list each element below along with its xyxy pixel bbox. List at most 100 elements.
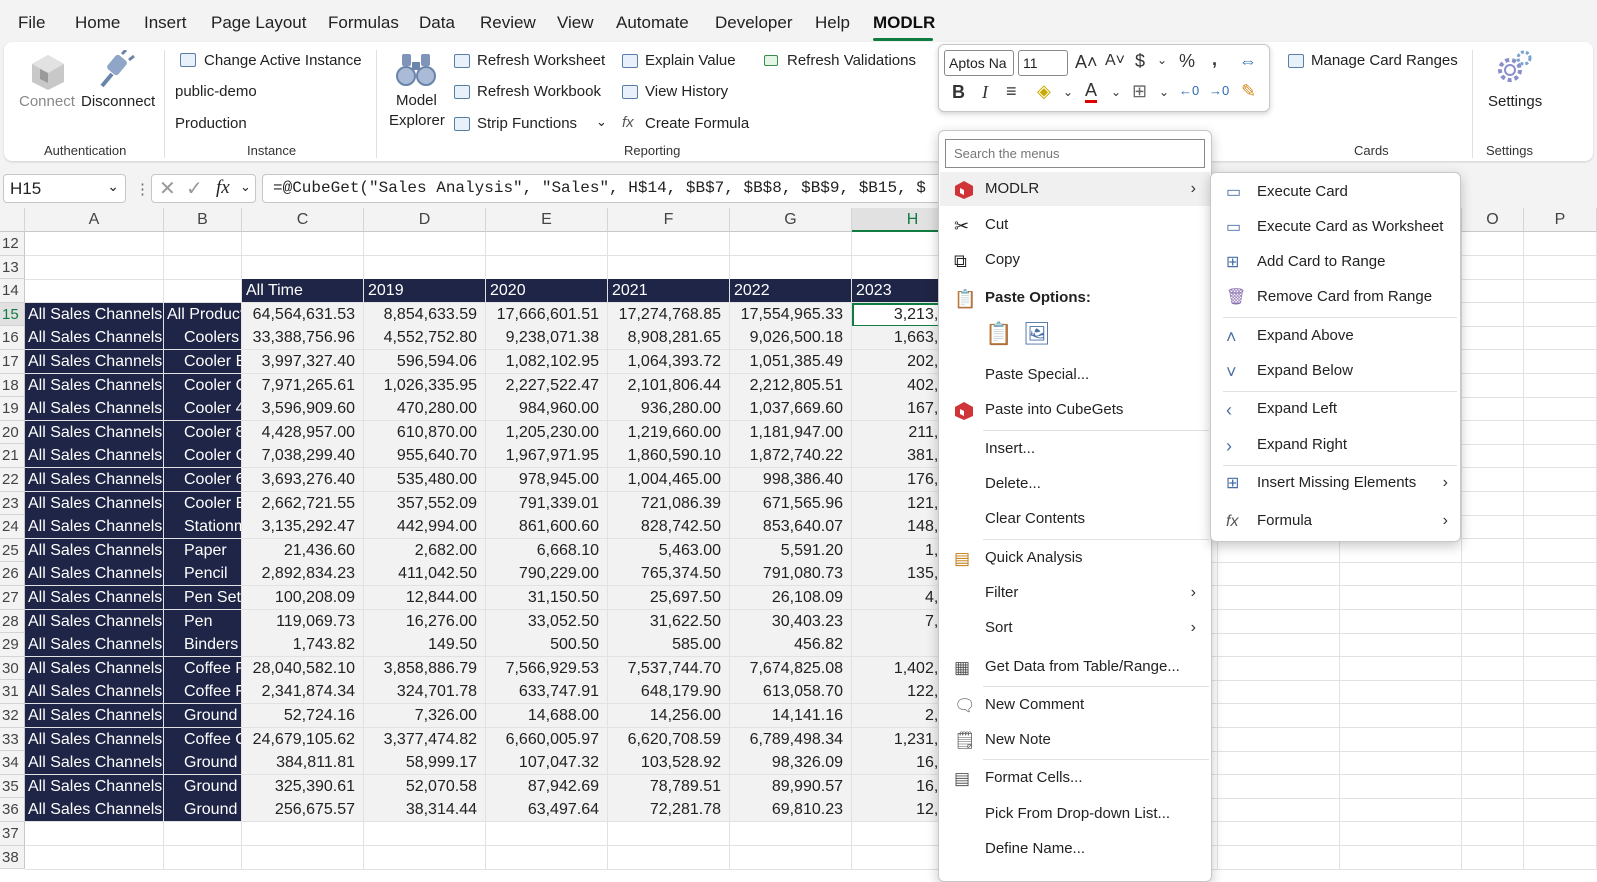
menu-item-paste-into-cubegets[interactable]: Paste into CubeGets [940,393,1210,427]
value-cell[interactable]: 8,908,281.65 [608,326,730,351]
value-cell[interactable]: 1,004,465.00 [608,468,730,492]
submenu-remove-card[interactable]: 🗑 Remove Card from Range [1212,280,1460,314]
product-cell[interactable]: Pen [164,609,242,634]
channel-cell[interactable]: All Sales Channels [25,609,164,634]
italic-icon[interactable]: I [982,82,988,103]
cell[interactable] [242,822,364,846]
product-cell[interactable]: Cooler C [164,444,242,469]
cell[interactable] [1462,444,1524,469]
row-header[interactable]: 19 [0,397,25,421]
cell[interactable] [1218,845,1340,870]
cell[interactable] [1524,420,1597,445]
create-formula-button[interactable]: fx Create Formula [622,114,762,136]
cell[interactable] [608,822,730,846]
year-header-cell[interactable]: All Time [242,279,364,304]
cell[interactable] [1218,562,1340,587]
value-cell[interactable]: 5,463.00 [608,538,730,563]
cell[interactable] [1462,515,1524,540]
tab-view[interactable]: View [557,13,594,33]
row-header[interactable]: 33 [0,727,25,752]
value-cell[interactable]: 861,600.60 [486,515,608,540]
column-header[interactable]: E [486,208,608,232]
cell[interactable] [1340,609,1462,634]
value-cell[interactable]: 119,069.73 [242,609,364,634]
channel-cell[interactable]: All Sales Channels [25,444,164,469]
channel-cell[interactable]: All Sales Channels [25,751,164,776]
channel-cell[interactable]: All Sales Channels [25,538,164,563]
row-header[interactable]: 37 [0,822,25,846]
column-header[interactable]: B [164,208,242,232]
cell[interactable] [1340,751,1462,776]
channel-cell[interactable]: All Sales Channels [25,326,164,351]
cell[interactable] [1340,774,1462,799]
insert-function-icon[interactable]: fx [216,177,230,199]
increase-decimal-icon[interactable]: ←0 [1179,83,1199,98]
value-cell[interactable]: 790,229.00 [486,562,608,587]
value-cell[interactable]: 456.82 [730,633,852,658]
tab-help[interactable]: Help [815,13,850,33]
tab-home[interactable]: Home [75,13,120,33]
row-header[interactable]: 20 [0,420,25,445]
value-cell[interactable]: 1,064,393.72 [608,350,730,374]
value-cell[interactable]: 984,960.00 [486,397,608,422]
cell[interactable] [1462,586,1524,610]
value-cell[interactable]: 3,997,327.40 [242,350,364,374]
column-header[interactable]: G [730,208,852,232]
channel-cell[interactable]: All Sales Channels [25,515,164,540]
formula-input[interactable]: =@CubeGet("Sales Analysis", "Sales", H$1… [262,174,952,203]
row-header[interactable]: 36 [0,798,25,822]
value-cell[interactable]: 78,789.51 [608,774,730,799]
value-cell[interactable]: 2,212,805.51 [730,373,852,398]
product-cell[interactable]: Cooler B [164,350,242,374]
model-explorer-button[interactable]: Model Explorer [386,50,446,134]
value-cell[interactable]: 1,026,335.95 [364,373,486,398]
value-cell[interactable]: 7,537,744.70 [608,656,730,681]
cell[interactable] [1462,350,1524,374]
column-header[interactable]: D [364,208,486,232]
value-cell[interactable]: 89,990.57 [730,774,852,799]
cell[interactable] [1524,468,1597,492]
value-cell[interactable]: 26,108.09 [730,586,852,610]
row-header[interactable]: 32 [0,704,25,728]
chevron-down-icon[interactable]: ⌄ [1159,85,1169,99]
value-cell[interactable]: 384,811.81 [242,751,364,776]
cell[interactable] [1524,397,1597,422]
menu-item-quick-analysis[interactable]: ▤ Quick Analysis [940,541,1210,575]
value-cell[interactable]: 2,892,834.23 [242,562,364,587]
cell[interactable] [486,822,608,846]
menu-item-insert[interactable]: Insert... [940,432,1210,466]
cell[interactable] [1340,680,1462,705]
cell[interactable] [1218,822,1340,846]
value-cell[interactable]: 9,026,500.18 [730,326,852,351]
manage-card-ranges-button[interactable]: Manage Card Ranges [1288,51,1463,73]
column-header[interactable]: P [1524,208,1597,232]
cell[interactable] [1524,774,1597,799]
value-cell[interactable]: 936,280.00 [608,397,730,422]
cell[interactable] [1462,751,1524,776]
product-cell[interactable]: Cooler 8 [164,420,242,445]
channel-cell[interactable]: All Sales Channels [25,774,164,799]
product-cell[interactable]: All Product [164,302,242,327]
cell[interactable] [1462,373,1524,398]
menu-item-new-note[interactable]: 🗒 New Note [940,723,1210,757]
year-header-cell[interactable]: 2021 [608,279,730,304]
format-painter-icon[interactable]: ✎ [1241,81,1256,102]
value-cell[interactable]: 7,674,825.08 [730,656,852,681]
cell[interactable] [1218,586,1340,610]
channel-cell[interactable]: All Sales Channels [25,420,164,445]
row-header[interactable]: 25 [0,538,25,563]
menu-item-copy[interactable]: ⧉ Copy [940,243,1210,277]
cell[interactable] [1218,609,1340,634]
value-cell[interactable]: 52,724.16 [242,704,364,728]
row-header[interactable]: 14 [0,279,25,303]
menu-item-define-name[interactable]: Define Name... [940,832,1210,866]
row-header[interactable]: 17 [0,350,25,374]
cell[interactable] [25,255,164,280]
menu-item-get-data[interactable]: ▦ Get Data from Table/Range... [940,650,1210,684]
cell[interactable] [1462,798,1524,823]
channel-cell[interactable]: All Sales Channels [25,727,164,752]
more-options-icon[interactable]: ⋮ [135,180,150,198]
explain-value-button[interactable]: Explain Value [622,51,762,73]
value-cell[interactable]: 1,037,669.60 [730,397,852,422]
disconnect-button[interactable]: Disconnect [80,50,160,110]
